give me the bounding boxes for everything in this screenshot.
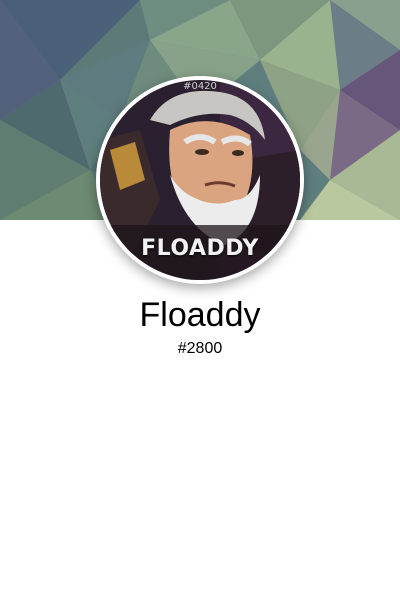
avatar-frame[interactable]: #0420 FLOADDY: [96, 76, 304, 284]
username: Floaddy: [139, 296, 261, 334]
discriminator: #2800: [177, 340, 223, 357]
avatar[interactable]: #0420 FLOADDY: [100, 80, 300, 280]
avatar-caption: FLOADDY: [141, 236, 259, 261]
avatar-tag: #0420: [183, 81, 217, 92]
